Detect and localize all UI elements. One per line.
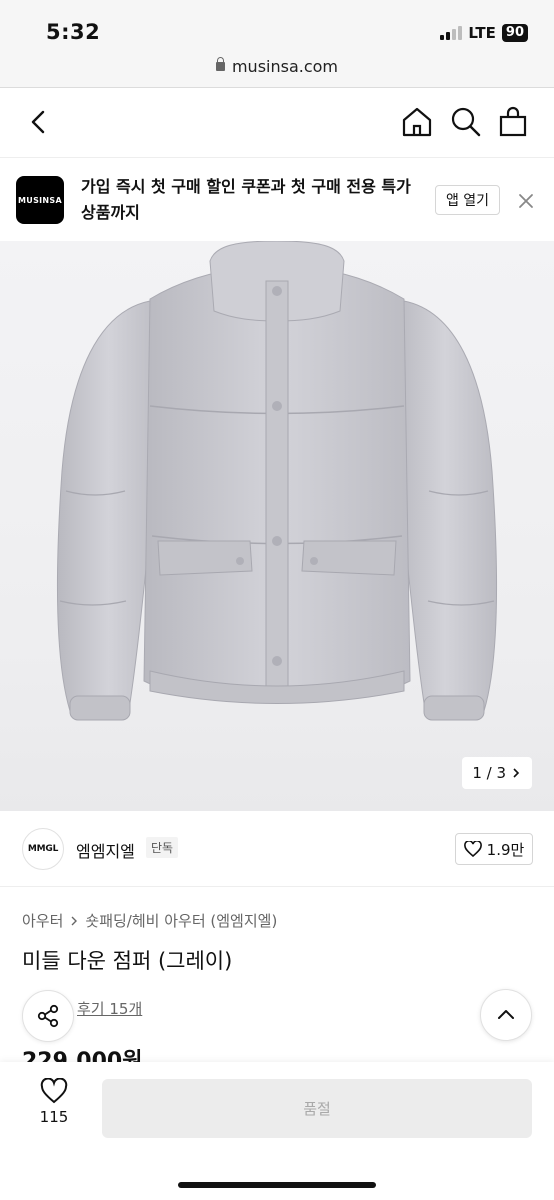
search-icon: [451, 107, 481, 137]
product-image-carousel[interactable]: 1 / 3: [0, 241, 554, 811]
image-counter-text: 1 / 3: [472, 764, 506, 782]
brand-like-button[interactable]: 1.9만: [455, 833, 533, 865]
signal-icon: [440, 26, 463, 40]
home-indicator: [178, 1182, 376, 1188]
review-link[interactable]: 후기 15개: [77, 998, 142, 1019]
heart-icon: [40, 1078, 68, 1104]
bag-icon: [499, 106, 527, 137]
exclusive-badge: 단독: [146, 837, 179, 858]
chevron-right-icon: [71, 916, 78, 925]
bottom-action-bar: 115 품절: [0, 1062, 554, 1200]
status-indicators: LTE 90: [440, 24, 528, 42]
brand-row: MMGL 엠엠지엘 단독 1.9만: [0, 812, 554, 887]
url-text: musinsa.com: [231, 57, 339, 76]
battery-indicator: 90: [501, 24, 528, 42]
image-counter[interactable]: 1 / 3: [462, 757, 532, 789]
network-label: LTE: [468, 24, 496, 42]
cart-button[interactable]: [496, 105, 530, 139]
browser-chrome: 5:32 LTE 90 musinsa.com: [0, 0, 554, 88]
breadcrumb-item[interactable]: 아우터: [22, 910, 63, 931]
brand-like-count: 1.9만: [486, 840, 525, 859]
chevron-up-icon: [498, 1010, 514, 1019]
lock-icon: [215, 57, 225, 71]
breadcrumb: 아우터 숏패딩/헤비 아우터 (엠엠지엘): [22, 910, 277, 931]
home-button[interactable]: [400, 105, 434, 139]
close-icon[interactable]: [518, 193, 534, 209]
banner-message: 가입 즉시 첫 구매 할인 쿠폰과 첫 구매 전용 특가 상품까지: [81, 177, 411, 222]
scroll-to-top-button[interactable]: [480, 989, 532, 1041]
url-bar[interactable]: musinsa.com: [0, 57, 554, 76]
back-button[interactable]: [20, 104, 56, 140]
wishlist-count: 115: [39, 1108, 69, 1126]
site-header: [0, 88, 554, 158]
search-button[interactable]: [449, 105, 483, 139]
sold-out-button[interactable]: 품절: [102, 1079, 532, 1138]
heart-icon: [463, 841, 482, 857]
wishlist-button[interactable]: 115: [26, 1078, 82, 1142]
chevron-right-icon: [513, 768, 520, 778]
share-icon: [37, 1004, 59, 1028]
home-icon: [402, 107, 432, 137]
brand-logo[interactable]: MMGL: [22, 828, 64, 870]
musinsa-logo: MUSINSA: [16, 176, 64, 224]
status-time: 5:32: [46, 20, 101, 44]
brand-name[interactable]: 엠엠지엘: [76, 838, 135, 862]
share-button[interactable]: [22, 990, 74, 1042]
breadcrumb-item[interactable]: 숏패딩/헤비 아우터 (엠엠지엘): [85, 910, 277, 931]
product-photo: [57, 241, 497, 721]
open-app-button[interactable]: 앱 열기: [435, 185, 500, 215]
product-title: 미들 다운 점퍼 (그레이): [22, 949, 233, 973]
back-icon: [31, 110, 45, 134]
app-install-banner: MUSINSA 가입 즉시 첫 구매 할인 쿠폰과 첫 구매 전용 특가 상품까…: [0, 159, 554, 241]
